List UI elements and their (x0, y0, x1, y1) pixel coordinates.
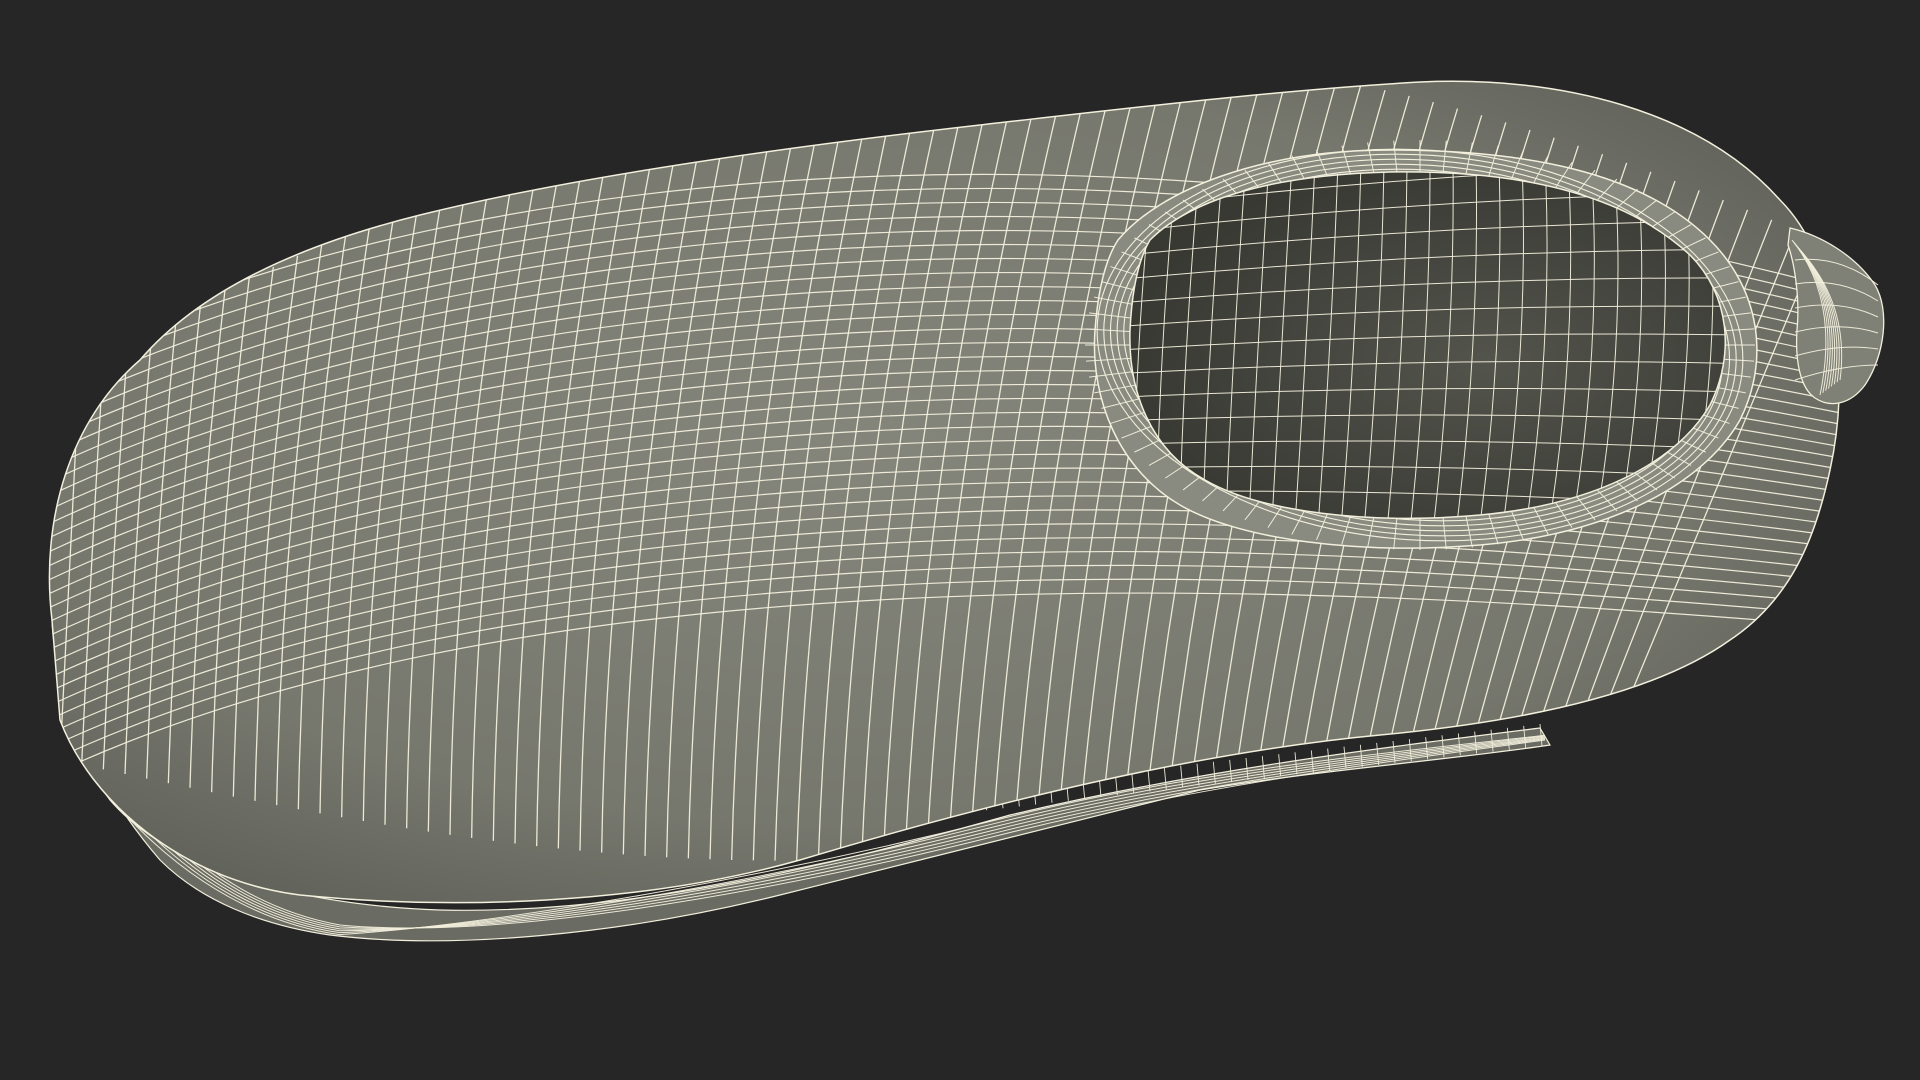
wireframe-render (48, 80, 1885, 942)
render-viewport (0, 0, 1920, 1080)
